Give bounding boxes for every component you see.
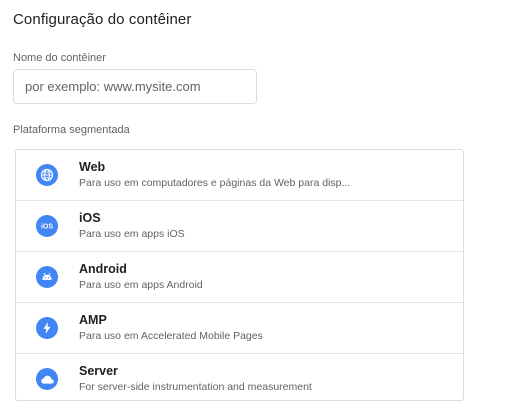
platform-name: iOS (79, 211, 101, 225)
platform-option-amp[interactable]: AMP Para uso em Accelerated Mobile Pages (16, 303, 463, 354)
platform-description: Para uso em apps Android (79, 279, 203, 291)
platform-description: Para uso em Accelerated Mobile Pages (79, 330, 263, 342)
platform-option-ios[interactable]: iOS iOS Para uso em apps iOS (16, 201, 463, 252)
platform-name: Android (79, 262, 127, 276)
page-title: Configuração do contêiner (13, 11, 192, 28)
target-platform-label: Plataforma segmentada (13, 124, 130, 136)
platform-description: Para uso em computadores e páginas da We… (79, 177, 351, 189)
ios-icon: iOS (36, 215, 58, 237)
amp-lightning-icon (36, 317, 58, 339)
platform-option-web[interactable]: Web Para uso em computadores e páginas d… (16, 150, 463, 201)
globe-icon (36, 164, 58, 186)
cloud-icon (36, 368, 58, 390)
platform-name: Web (79, 160, 106, 174)
platform-list: Web Para uso em computadores e páginas d… (15, 149, 464, 401)
svg-text:iOS: iOS (41, 224, 53, 231)
container-name-input[interactable] (13, 69, 257, 104)
platform-description: For server-side instrumentation and meas… (79, 381, 312, 393)
platform-name: AMP (79, 313, 107, 327)
container-name-label: Nome do contêiner (13, 52, 106, 64)
platform-name: Server (79, 364, 118, 378)
platform-option-android[interactable]: Android Para uso em apps Android (16, 252, 463, 303)
platform-description: Para uso em apps iOS (79, 228, 185, 240)
platform-option-server[interactable]: Server For server-side instrumentation a… (16, 354, 463, 400)
android-icon (36, 266, 58, 288)
